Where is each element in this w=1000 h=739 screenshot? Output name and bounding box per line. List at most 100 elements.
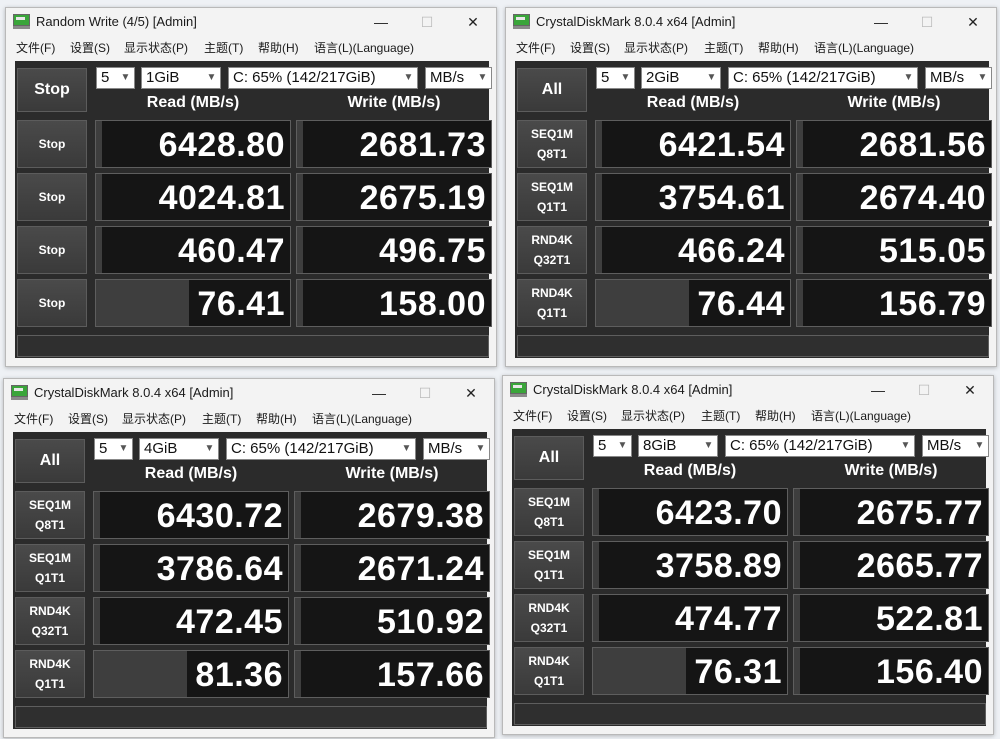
close-button[interactable]: ✕ [950, 11, 996, 33]
test-button[interactable]: Stop [17, 279, 87, 327]
test-button[interactable]: SEQ1M Q8T1 [517, 120, 587, 168]
write-result-value: 510.92 [377, 603, 484, 641]
run-all-button[interactable]: All [517, 68, 587, 112]
menu-theme[interactable]: 主题(T) [204, 39, 243, 56]
test-count-select[interactable]: 5 ▼ [596, 67, 635, 89]
title-bar[interactable]: CrystalDiskMark 8.0.4 x64 [Admin] — ☐ ✕ [4, 379, 494, 407]
menu-file[interactable]: 文件(F) [516, 39, 555, 56]
close-button[interactable]: ✕ [947, 379, 993, 401]
read-result-cell: 472.45 [93, 597, 289, 645]
menu-help[interactable]: 帮助(H) [258, 39, 299, 56]
menu-profile[interactable]: 显示状态(P) [122, 410, 186, 427]
title-bar[interactable]: CrystalDiskMark 8.0.4 x64 [Admin] — ☐ ✕ [503, 376, 993, 404]
unit-select[interactable]: MB/s ▼ [423, 438, 490, 460]
test-params: Q32T1 [530, 621, 568, 635]
unit-select[interactable]: MB/s ▼ [922, 435, 989, 457]
menu-theme[interactable]: 主题(T) [202, 410, 241, 427]
drive-select[interactable]: C: 65% (142/217GiB) ▼ [728, 67, 918, 89]
menu-settings[interactable]: 设置(S) [570, 39, 610, 56]
crystaldiskmark-app-icon [513, 14, 530, 29]
test-button[interactable]: RND4K Q32T1 [517, 226, 587, 274]
menu-profile[interactable]: 显示状态(P) [624, 39, 688, 56]
test-button[interactable]: SEQ1M Q1T1 [15, 544, 85, 592]
menu-language[interactable]: 语言(L)(Language) [312, 410, 412, 427]
test-button[interactable]: RND4K Q32T1 [514, 594, 584, 642]
test-button[interactable]: Stop [17, 120, 87, 168]
unit-select[interactable]: MB/s ▼ [425, 67, 492, 89]
test-params: Q1T1 [34, 571, 65, 585]
menu-theme[interactable]: 主题(T) [701, 407, 740, 424]
read-result-value: 460.47 [178, 232, 285, 270]
menu-profile[interactable]: 显示状态(P) [124, 39, 188, 56]
test-button[interactable]: RND4K Q1T1 [517, 279, 587, 327]
read-result-cell: 6430.72 [93, 491, 289, 539]
test-button[interactable]: RND4K Q32T1 [15, 597, 85, 645]
test-button[interactable]: SEQ1M Q1T1 [517, 173, 587, 221]
test-button[interactable]: RND4K Q1T1 [514, 647, 584, 695]
test-button[interactable]: SEQ1M Q8T1 [15, 491, 85, 539]
comment-field[interactable] [17, 335, 489, 357]
minimize-button[interactable]: — [855, 379, 901, 401]
menu-file[interactable]: 文件(F) [14, 410, 53, 427]
read-column-header: Read (MB/s) [146, 94, 240, 111]
test-count-select[interactable]: 5 ▼ [96, 67, 135, 89]
test-button[interactable]: SEQ1M Q8T1 [514, 488, 584, 536]
read-result-value: 3754.61 [658, 179, 785, 217]
menu-language[interactable]: 语言(L)(Language) [811, 407, 911, 424]
maximize-button[interactable]: ☐ [904, 11, 950, 33]
unit-select[interactable]: MB/s ▼ [925, 67, 992, 89]
close-button[interactable]: ✕ [450, 11, 496, 33]
menu-help[interactable]: 帮助(H) [256, 410, 297, 427]
test-name: RND4K [29, 657, 71, 671]
test-button[interactable]: RND4K Q1T1 [15, 650, 85, 698]
test-count-select[interactable]: 5 ▼ [593, 435, 632, 457]
test-button[interactable]: Stop [17, 226, 87, 274]
menu-help[interactable]: 帮助(H) [758, 39, 799, 56]
menu-settings[interactable]: 设置(S) [70, 39, 110, 56]
menu-theme[interactable]: 主题(T) [704, 39, 743, 56]
test-name: RND4K [528, 654, 570, 668]
read-result-cell: 3786.64 [93, 544, 289, 592]
write-column-header: Write (MB/s) [844, 462, 938, 479]
run-all-button[interactable]: All [514, 436, 584, 480]
write-column-header: Write (MB/s) [345, 465, 439, 482]
read-result-value: 3758.89 [655, 547, 782, 585]
comment-field[interactable] [517, 335, 989, 357]
test-button[interactable]: SEQ1M Q1T1 [514, 541, 584, 589]
menu-settings[interactable]: 设置(S) [68, 410, 108, 427]
test-size-select[interactable]: 1GiB ▼ [141, 67, 221, 89]
drive-select[interactable]: C: 65% (142/217GiB) ▼ [725, 435, 915, 457]
comment-field[interactable] [15, 706, 487, 728]
close-button[interactable]: ✕ [448, 382, 494, 404]
menu-settings[interactable]: 设置(S) [567, 407, 607, 424]
menu-profile[interactable]: 显示状态(P) [621, 407, 685, 424]
chevron-down-icon: ▼ [974, 440, 985, 451]
minimize-button[interactable]: — [358, 11, 404, 33]
read-result-value: 466.24 [678, 232, 785, 270]
test-name: RND4K [531, 233, 573, 247]
menu-language[interactable]: 语言(L)(Language) [814, 39, 914, 56]
title-bar[interactable]: Random Write (4/5) [Admin] — ☐ ✕ [6, 8, 496, 36]
test-count-select[interactable]: 5 ▼ [94, 438, 133, 460]
menu-language[interactable]: 语言(L)(Language) [314, 39, 414, 56]
drive-select[interactable]: C: 65% (142/217GiB) ▼ [226, 438, 416, 460]
run-all-button[interactable]: Stop [17, 68, 87, 112]
read-result-value: 6423.70 [655, 494, 782, 532]
test-size-select[interactable]: 4GiB ▼ [139, 438, 219, 460]
menu-file[interactable]: 文件(F) [513, 407, 552, 424]
maximize-button[interactable]: ☐ [901, 379, 947, 401]
test-size-select[interactable]: 8GiB ▼ [638, 435, 718, 457]
drive-select[interactable]: C: 65% (142/217GiB) ▼ [228, 67, 418, 89]
maximize-button[interactable]: ☐ [402, 382, 448, 404]
minimize-button[interactable]: — [356, 382, 402, 404]
menu-help[interactable]: 帮助(H) [755, 407, 796, 424]
maximize-button[interactable]: ☐ [404, 11, 450, 33]
test-size-select[interactable]: 2GiB ▼ [641, 67, 721, 89]
write-result-cell: 510.92 [294, 597, 490, 645]
menu-file[interactable]: 文件(F) [16, 39, 55, 56]
title-bar[interactable]: CrystalDiskMark 8.0.4 x64 [Admin] — ☐ ✕ [506, 8, 996, 36]
test-button[interactable]: Stop [17, 173, 87, 221]
comment-field[interactable] [514, 703, 986, 725]
minimize-button[interactable]: — [858, 11, 904, 33]
run-all-button[interactable]: All [15, 439, 85, 483]
